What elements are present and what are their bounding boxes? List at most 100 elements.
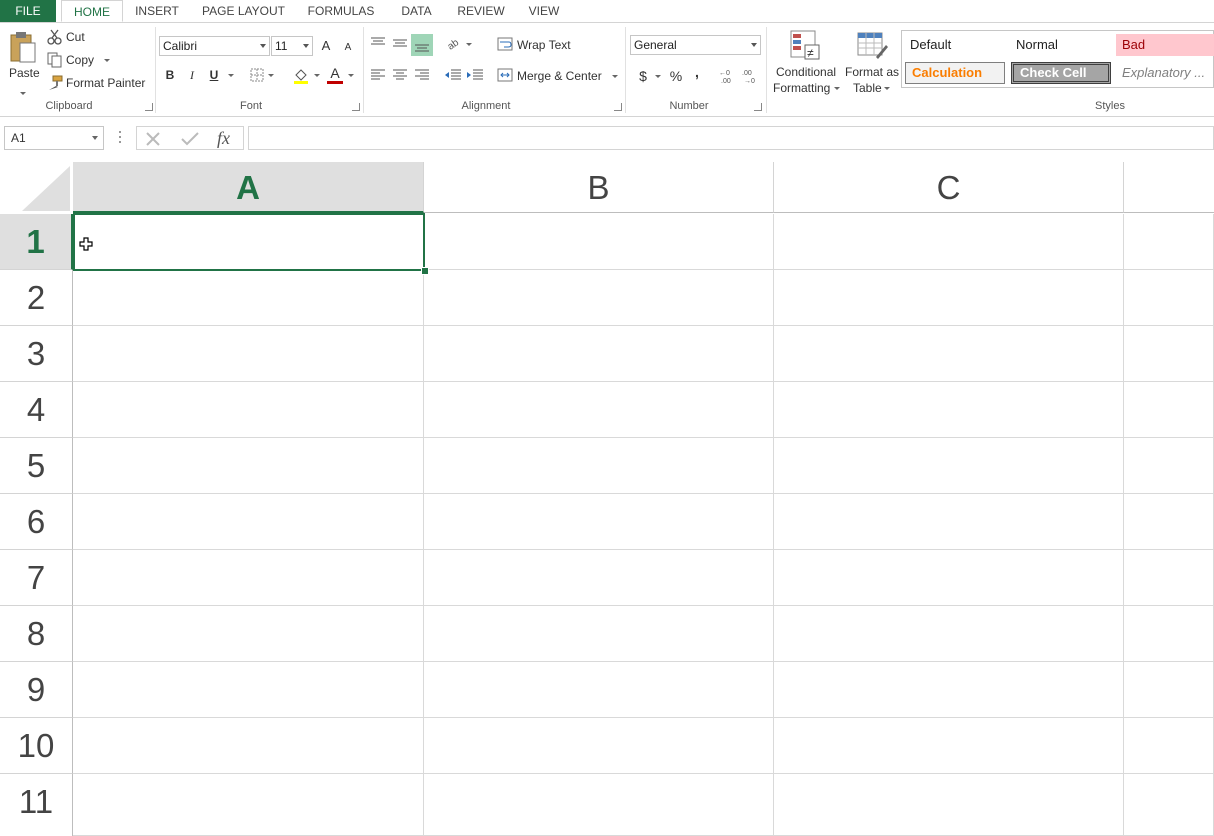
style-check-cell[interactable]: Check Cell (1011, 62, 1111, 84)
cell-a6[interactable] (73, 494, 424, 550)
cell-b4[interactable] (424, 382, 774, 438)
cell-c3[interactable] (774, 326, 1124, 382)
row-header-5[interactable]: 5 (0, 438, 73, 494)
formula-input[interactable] (248, 126, 1214, 150)
cell-b7[interactable] (424, 550, 774, 606)
bottom-align-icon[interactable] (411, 34, 433, 56)
cell-b6[interactable] (424, 494, 774, 550)
font-color-icon[interactable]: A (327, 66, 343, 84)
cell-b5[interactable] (424, 438, 774, 494)
cancel-entry-icon[interactable] (145, 131, 161, 150)
style-calculation[interactable]: Calculation (905, 62, 1005, 84)
fill-handle[interactable] (421, 267, 429, 275)
cell-c2[interactable] (774, 270, 1124, 326)
cell-d1[interactable] (1124, 214, 1214, 270)
underline-button[interactable]: U (206, 66, 222, 84)
cell-d2[interactable] (1124, 270, 1214, 326)
select-all-button[interactable] (0, 162, 73, 214)
cell-d6[interactable] (1124, 494, 1214, 550)
cell-d4[interactable] (1124, 382, 1214, 438)
underline-dropdown-arrow[interactable] (228, 74, 234, 77)
tab-file[interactable]: FILE (0, 0, 56, 22)
row-header-6[interactable]: 6 (0, 494, 73, 550)
alignment-launcher-icon[interactable] (614, 103, 622, 111)
wrap-text-button[interactable]: Wrap Text (517, 38, 571, 52)
cell-d11[interactable] (1124, 774, 1214, 836)
cell-a9[interactable] (73, 662, 424, 718)
cell-d3[interactable] (1124, 326, 1214, 382)
cell-d9[interactable] (1124, 662, 1214, 718)
row-header-4[interactable]: 4 (0, 382, 73, 438)
merge-center-button[interactable]: Merge & Center (517, 69, 602, 83)
number-format-select[interactable]: General (630, 35, 761, 55)
style-normal[interactable]: Normal (1010, 34, 1114, 56)
active-cell-border[interactable] (73, 213, 425, 271)
bold-button[interactable]: B (162, 66, 178, 84)
row-header-7[interactable]: 7 (0, 550, 73, 606)
insert-function-button[interactable]: fx (217, 128, 230, 149)
cell-c10[interactable] (774, 718, 1124, 774)
column-header-d[interactable] (1124, 162, 1214, 213)
font-color-dropdown-arrow[interactable] (348, 74, 354, 77)
comma-button[interactable]: , (689, 63, 705, 81)
cell-c11[interactable] (774, 774, 1124, 836)
cell-c5[interactable] (774, 438, 1124, 494)
font-launcher-icon[interactable] (352, 103, 360, 111)
name-box[interactable]: A1 (4, 126, 104, 150)
borders-icon[interactable] (250, 68, 264, 85)
paste-dropdown-arrow[interactable] (20, 92, 26, 95)
tab-view[interactable]: VIEW (520, 0, 568, 22)
row-header-3[interactable]: 3 (0, 326, 73, 382)
cell-c6[interactable] (774, 494, 1124, 550)
cell-a8[interactable] (73, 606, 424, 662)
copy-dropdown-arrow[interactable] (104, 59, 110, 62)
column-header-b[interactable]: B (424, 162, 774, 213)
cell-c1[interactable] (774, 214, 1124, 270)
tab-home[interactable]: HOME (61, 0, 123, 22)
tab-insert[interactable]: INSERT (127, 0, 187, 22)
currency-dropdown-arrow[interactable] (655, 75, 661, 78)
cell-a7[interactable] (73, 550, 424, 606)
top-align-icon[interactable] (370, 36, 386, 53)
format-as-table-dropdown-arrow[interactable] (884, 87, 890, 90)
tab-review[interactable]: REVIEW (450, 0, 512, 22)
cell-b8[interactable] (424, 606, 774, 662)
currency-button[interactable]: $ (635, 67, 651, 85)
cell-a5[interactable] (73, 438, 424, 494)
row-header-10[interactable]: 10 (0, 718, 73, 774)
tab-data[interactable]: DATA (390, 0, 443, 22)
shrink-font-button[interactable]: A (340, 39, 356, 57)
cell-a11[interactable] (73, 774, 424, 836)
merge-center-dropdown-arrow[interactable] (612, 75, 618, 78)
style-bad[interactable]: Bad (1116, 34, 1214, 56)
column-header-c[interactable]: C (774, 162, 1124, 213)
decrease-decimal-icon[interactable]: .00 →0 (742, 68, 760, 87)
align-center-icon[interactable] (392, 68, 408, 85)
align-right-icon[interactable] (414, 68, 430, 85)
increase-indent-icon[interactable] (466, 68, 484, 85)
cell-b2[interactable] (424, 270, 774, 326)
cell-a4[interactable] (73, 382, 424, 438)
column-header-a[interactable]: A (73, 162, 424, 213)
font-name-select[interactable]: Calibri (159, 36, 270, 56)
cell-b1[interactable] (424, 214, 774, 270)
fill-color-dropdown-arrow[interactable] (314, 74, 320, 77)
conditional-formatting-button[interactable]: Conditional (776, 65, 836, 79)
copy-button[interactable]: Copy (66, 53, 94, 67)
number-launcher-icon[interactable] (754, 103, 762, 111)
row-header-8[interactable]: 8 (0, 606, 73, 662)
cell-b11[interactable] (424, 774, 774, 836)
cell-d5[interactable] (1124, 438, 1214, 494)
decrease-indent-icon[interactable] (444, 68, 462, 85)
cell-d10[interactable] (1124, 718, 1214, 774)
row-header-11[interactable]: 11 (0, 774, 73, 836)
orientation-icon[interactable]: ab (446, 36, 464, 53)
grow-font-button[interactable]: A (318, 37, 334, 55)
italic-button[interactable]: I (184, 66, 200, 84)
cell-a3[interactable] (73, 326, 424, 382)
cell-c9[interactable] (774, 662, 1124, 718)
conditional-formatting-dropdown-arrow[interactable] (834, 87, 840, 90)
fill-color-icon[interactable] (293, 67, 309, 88)
cell-c8[interactable] (774, 606, 1124, 662)
cell-a10[interactable] (73, 718, 424, 774)
